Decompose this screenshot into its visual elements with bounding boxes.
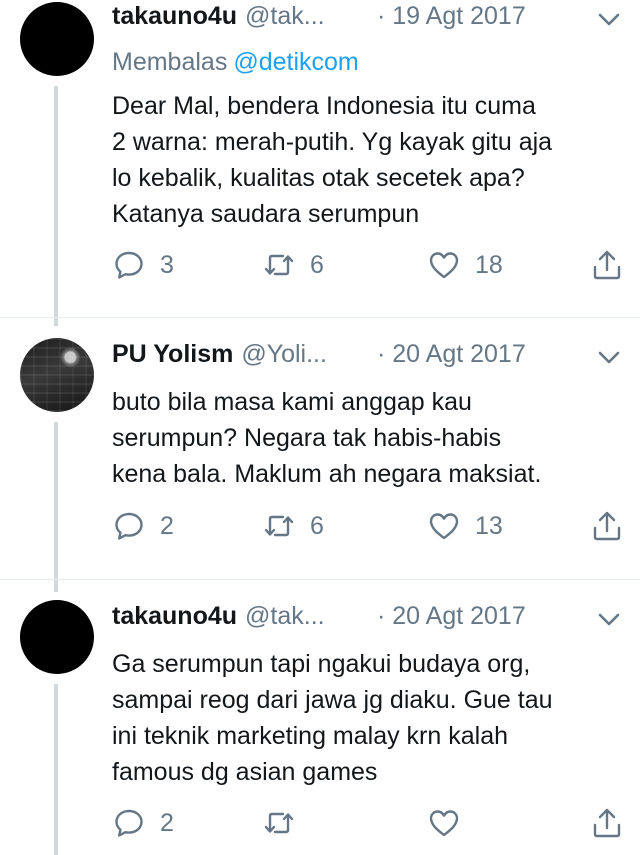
display-name[interactable]: takauno4u <box>112 602 237 630</box>
share-icon <box>593 511 621 541</box>
reply-context: Membalas @detikcom <box>112 44 624 80</box>
retweet-button[interactable]: 6 <box>262 247 324 283</box>
retweet-button[interactable]: 6 <box>262 508 324 544</box>
heart-icon <box>429 513 459 540</box>
user-handle[interactable]: @tak... <box>245 602 325 630</box>
user-handle[interactable]: @tak... <box>245 2 325 30</box>
tweet-header: takauno4u @tak... · 20 Agt 2017 <box>112 602 624 638</box>
display-name[interactable]: takauno4u <box>112 2 237 30</box>
chevron-down-icon[interactable] <box>594 6 624 32</box>
reply-count: 3 <box>160 250 174 279</box>
reply-button[interactable]: 2 <box>112 508 174 544</box>
chevron-down-icon[interactable] <box>594 606 624 632</box>
reply-icon <box>115 512 143 540</box>
tweet[interactable]: takauno4u @tak... · 20 Agt 2017 Ga serump… <box>0 580 640 855</box>
display-name[interactable]: PU Yolism <box>112 340 233 368</box>
reply-icon <box>115 809 143 837</box>
share-button[interactable] <box>590 247 624 283</box>
tweet-date[interactable]: · 19 Agt 2017 <box>377 2 526 31</box>
reply-icon <box>115 251 143 279</box>
retweet-icon <box>264 254 294 276</box>
like-button[interactable]: 18 <box>427 247 503 283</box>
share-button[interactable] <box>590 805 624 841</box>
tweet-actions: 2 6 13 <box>112 508 624 544</box>
share-icon <box>593 250 621 280</box>
user-handle[interactable]: @Yoli... <box>241 340 327 368</box>
retweet-count: 6 <box>310 250 324 279</box>
share-button[interactable] <box>590 508 624 544</box>
tweet-text: buto bila masa kami anggap kau serumpun?… <box>112 388 542 488</box>
like-count: 13 <box>475 511 503 540</box>
mention-link[interactable]: @detikcom <box>233 48 358 76</box>
tweet-date[interactable]: · 20 Agt 2017 <box>377 602 526 631</box>
tweet-header: PU Yolism @Yoli... · 20 Agt 2017 <box>112 340 624 376</box>
heart-icon <box>429 810 459 837</box>
tweet[interactable]: PU Yolism @Yoli... · 20 Agt 2017 buto bil… <box>0 318 640 580</box>
retweet-icon <box>264 515 294 537</box>
reply-button[interactable]: 2 <box>112 805 174 841</box>
reply-count: 2 <box>160 808 174 837</box>
like-button[interactable] <box>427 805 475 841</box>
like-count: 18 <box>475 250 503 279</box>
reply-button[interactable]: 3 <box>112 247 174 283</box>
share-icon <box>593 808 621 838</box>
conversation-timeline: takauno4u @tak... · 19 Agt 2017 Membalas @… <box>0 0 640 855</box>
reply-count: 2 <box>160 511 174 540</box>
chevron-down-icon[interactable] <box>594 344 624 370</box>
tweet-actions: 3 6 18 <box>112 247 624 283</box>
tweet-date[interactable]: · 20 Agt 2017 <box>377 340 526 369</box>
retweet-icon <box>264 812 294 834</box>
reply-label: Membalas <box>112 48 228 76</box>
tweet-header: takauno4u @tak... · 19 Agt 2017 <box>112 2 624 38</box>
retweet-button[interactable] <box>262 805 310 841</box>
retweet-count: 6 <box>310 511 324 540</box>
tweet-text: Dear Mal, bendera Indonesia itu cuma 2 w… <box>112 92 553 228</box>
heart-icon <box>429 252 459 279</box>
tweet-text: Ga serumpun tapi ngakui budaya org, samp… <box>112 650 553 786</box>
like-button[interactable]: 13 <box>427 508 503 544</box>
tweet-actions: 2 <box>112 805 624 841</box>
tweet[interactable]: takauno4u @tak... · 19 Agt 2017 Membalas @… <box>0 0 640 318</box>
